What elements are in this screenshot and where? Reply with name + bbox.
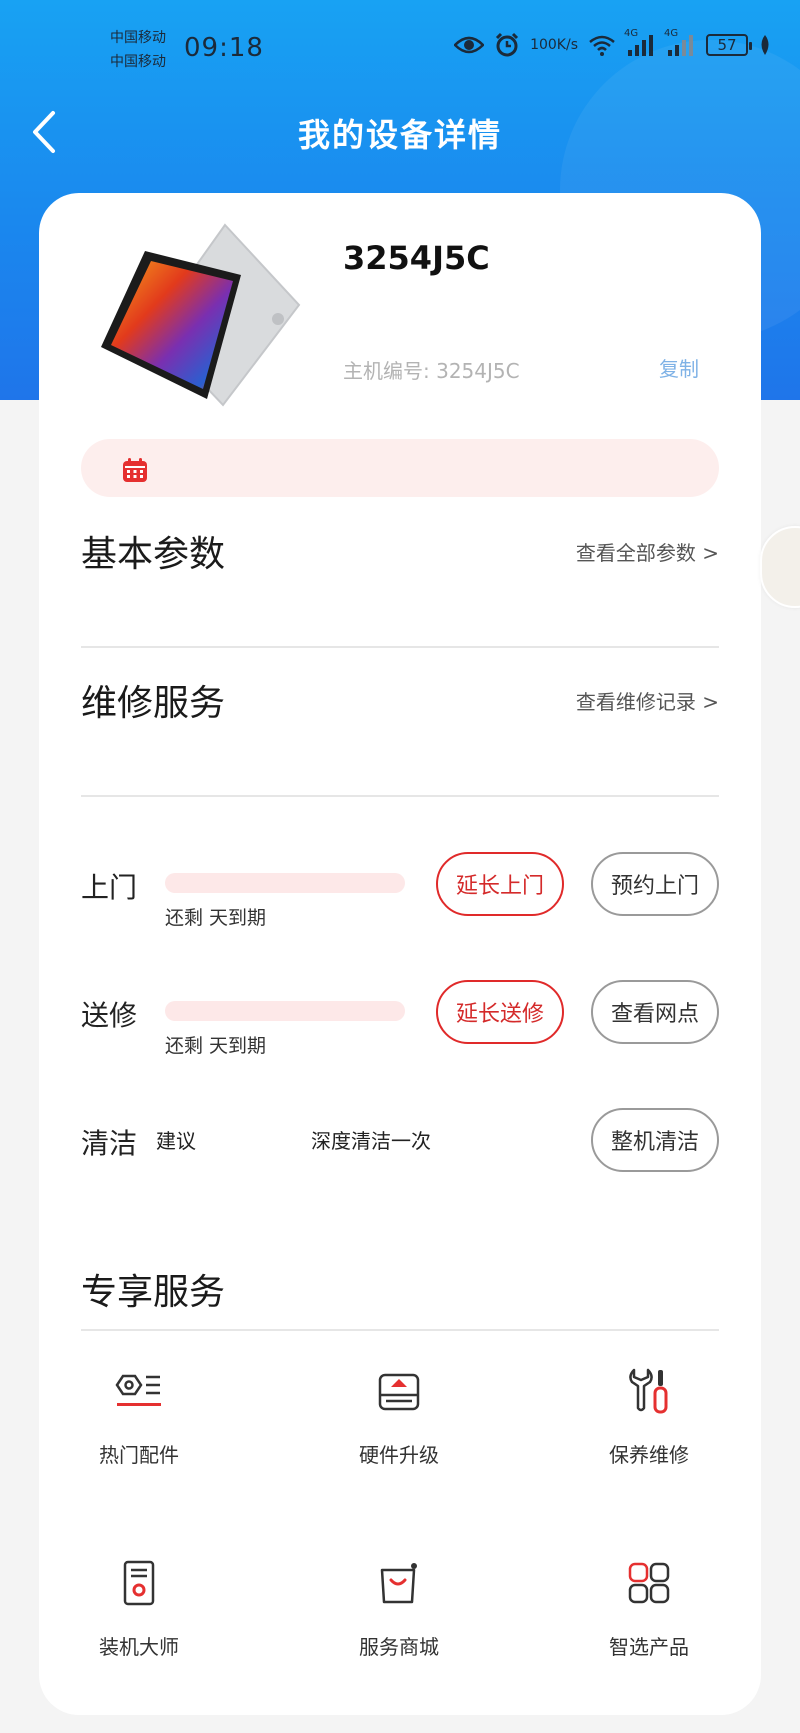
- eye-icon: [454, 35, 485, 55]
- shopping-bag-icon: [371, 1555, 427, 1611]
- leaf-icon: [758, 34, 772, 56]
- status-bar: 中国移动 中国移动 09:18 100 K/s 4G 4G 57: [0, 0, 800, 90]
- network-2: 4G: [664, 28, 679, 39]
- network-1: 4G: [624, 28, 639, 39]
- status-icons: 100 K/s 4G 4G 57: [454, 28, 772, 58]
- section-title-repair: 维修服务: [81, 683, 226, 724]
- carrier-1: 中国移动: [110, 30, 166, 46]
- extend-carry-in-button[interactable]: 延长送修: [436, 980, 564, 1044]
- view-repair-records-link[interactable]: 查看维修记录 >: [576, 686, 719, 715]
- onsite-progress-bar: [165, 873, 405, 893]
- view-service-points-button[interactable]: 查看网点: [591, 980, 719, 1044]
- page-title: 我的设备详情: [297, 116, 502, 154]
- net-speed-value: 100: [530, 37, 557, 53]
- grid-label: 热门配件: [99, 1443, 179, 1467]
- grid-label: 装机大师: [99, 1635, 179, 1659]
- grid-label: 智选产品: [609, 1635, 689, 1659]
- signal-icon: 4G: [664, 28, 696, 56]
- device-image: [95, 219, 321, 409]
- service-install-master[interactable]: 装机大师: [59, 1555, 219, 1660]
- warranty-date-bar: [81, 439, 719, 497]
- view-all-params-link[interactable]: 查看全部参数 >: [576, 537, 719, 566]
- parts-icon: [111, 1363, 167, 1419]
- battery-icon: 57: [706, 34, 752, 56]
- serial-number: 主机编号: 3254J5C: [343, 359, 520, 383]
- battery-level: 57: [717, 36, 737, 54]
- cleaning-suggest-label: 建议: [156, 1129, 196, 1153]
- clock: 09:18: [184, 33, 264, 63]
- extend-onsite-button[interactable]: 延长上门: [436, 852, 564, 916]
- service-label-cleaning: 清洁: [81, 1127, 138, 1160]
- service-hot-parts[interactable]: 热门配件: [59, 1363, 219, 1468]
- service-maintenance[interactable]: 保养维修: [569, 1363, 729, 1468]
- device-name: 3254J5C: [343, 239, 490, 277]
- net-speed-unit: K/s: [556, 37, 578, 53]
- device-card: 3254J5C 主机编号: 3254J5C 复制 基本参数 查看全部参数 > 维…: [39, 193, 761, 1715]
- calendar-icon: [121, 456, 149, 484]
- service-label-onsite: 上门: [81, 871, 138, 904]
- service-selected-products[interactable]: 智选产品: [569, 1555, 729, 1660]
- divider: [81, 795, 719, 797]
- grid-apps-icon: [621, 1555, 677, 1611]
- divider: [81, 646, 719, 648]
- carrier-2: 中国移动: [110, 54, 166, 70]
- wifi-icon: [588, 34, 616, 56]
- service-hardware-upgrade[interactable]: 硬件升级: [319, 1363, 479, 1468]
- carry-in-remaining-text: 还剩 天到期: [165, 1035, 267, 1057]
- onsite-remaining-text: 还剩 天到期: [165, 907, 267, 929]
- install-icon: [111, 1555, 167, 1611]
- alarm-icon: [494, 32, 520, 58]
- carry-in-progress-bar: [165, 1001, 405, 1021]
- grid-label: 保养维修: [609, 1443, 689, 1467]
- hardware-icon: [371, 1363, 427, 1419]
- repair-tools-icon: [621, 1363, 677, 1419]
- net-speed: 100 K/s: [530, 37, 578, 53]
- book-onsite-button[interactable]: 预约上门: [591, 852, 719, 916]
- service-mall[interactable]: 服务商城: [319, 1555, 479, 1660]
- carrier-info: 中国移动 中国移动: [110, 26, 166, 74]
- signal-icon: 4G: [624, 28, 656, 56]
- service-label-carry-in: 送修: [81, 999, 138, 1032]
- grid-label: 硬件升级: [359, 1443, 439, 1467]
- section-title-exclusive: 专享服务: [81, 1272, 226, 1313]
- floating-side-tab[interactable]: [760, 526, 800, 608]
- section-title-basic: 基本参数: [81, 534, 226, 575]
- grid-label: 服务商城: [359, 1635, 439, 1659]
- cleaning-suggest-text: 深度清洁一次: [311, 1129, 431, 1153]
- copy-button[interactable]: 复制: [659, 353, 699, 382]
- full-cleaning-button[interactable]: 整机清洁: [591, 1108, 719, 1172]
- divider: [81, 1329, 719, 1331]
